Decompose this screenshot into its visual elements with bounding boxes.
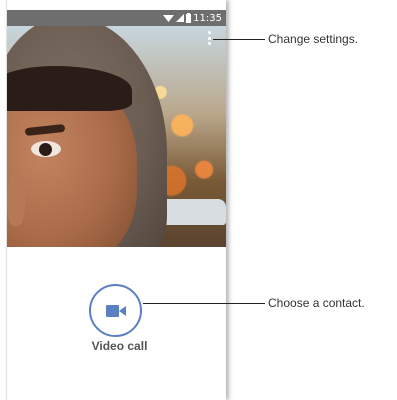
contact-photo <box>7 26 226 247</box>
battery-icon <box>186 13 192 23</box>
eye <box>31 141 61 157</box>
status-icons: 11:35 <box>163 10 222 26</box>
nose <box>7 176 25 226</box>
contact-callout-text: Choose a contact. <box>268 296 365 310</box>
phone-screen: 11:35 Video call <box>6 0 226 400</box>
settings-callout-text: Change settings. <box>268 32 359 46</box>
video-call-button[interactable] <box>89 284 142 337</box>
wifi-icon <box>163 14 175 22</box>
status-time: 11:35 <box>193 12 222 24</box>
status-bar: 11:35 <box>7 10 226 26</box>
more-vert-icon[interactable] <box>206 31 212 45</box>
contact-callout-line <box>143 303 265 304</box>
videocam-icon <box>105 304 126 317</box>
signal-icon <box>176 13 185 22</box>
video-call-label: Video call <box>91 339 148 353</box>
settings-callout-line <box>213 39 265 40</box>
